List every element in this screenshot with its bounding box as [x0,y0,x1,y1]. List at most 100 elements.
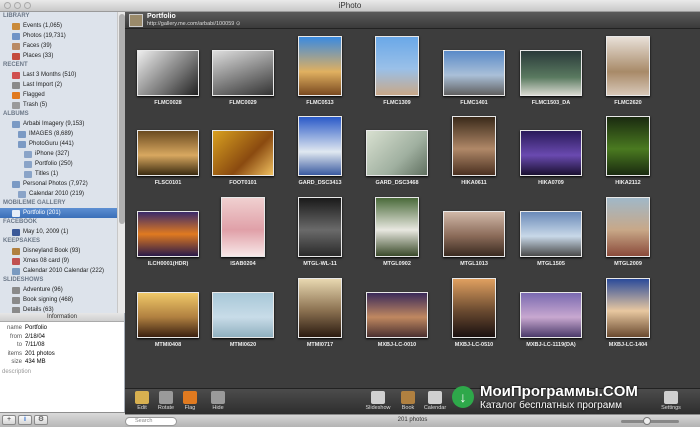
photo-thumbnail[interactable] [520,211,582,257]
sidebar-item-library[interactable]: Photos (19,731) [0,31,124,41]
photo-thumbnail[interactable] [606,36,650,96]
photo-cell[interactable]: MXBJ-LC-1119(DA) [513,273,589,350]
photo-cell[interactable]: ILCH0001(HDR) [130,192,206,269]
photo-thumbnail[interactable] [137,292,199,338]
sidebar-item-slideshows[interactable]: Adventure (96) [0,285,124,295]
photo-thumbnail[interactable] [366,130,428,176]
sidebar-item-albums[interactable]: iPhone (327) [0,149,124,159]
sidebar-item-albums[interactable]: Arbabi Imagery (9,153) [0,119,124,129]
photo-thumbnail[interactable] [298,197,342,257]
section-facebook[interactable]: FACEBOOK [0,218,124,227]
edit-button[interactable]: Edit [129,391,155,411]
sidebar-scrollbar[interactable] [117,12,125,313]
sidebar-item-albums[interactable]: Titles (1) [0,169,124,179]
photo-cell[interactable]: FLMC2620 [590,31,666,108]
photo-cell[interactable]: HIKA2112 [590,111,666,188]
sidebar-item-recent[interactable]: Trash (5) [0,100,124,110]
photo-thumbnail[interactable] [452,116,496,176]
section-mobileme[interactable]: MOBILEME GALLERY [0,199,124,208]
calendar-button[interactable]: Calendar [422,391,448,411]
album-url-link[interactable]: http://gallery.me.com/arbabi/100059 ⊙ [147,21,240,27]
photo-cell[interactable]: MTGL1505 [513,192,589,269]
photo-thumbnail[interactable] [137,50,199,96]
photo-cell[interactable]: FLMC0028 [130,31,206,108]
sidebar-item-library[interactable]: Events (1,065) [0,21,124,31]
photo-cell[interactable]: GARD_DSC3413 [282,111,358,188]
sidebar-item-albums[interactable]: PhotoGuru (441) [0,139,124,149]
photo-cell[interactable]: FLMC1401 [436,31,512,108]
section-slideshows[interactable]: SLIDESHOWS [0,276,124,285]
sidebar-item-slideshows[interactable]: Book signing (468) [0,295,124,305]
section-keepsakes[interactable]: KEEPSAKES [0,237,124,246]
photo-thumbnail[interactable] [221,197,265,257]
photo-cell[interactable]: FLSC0101 [130,111,206,188]
photo-cell[interactable]: FLMC1503_DA [513,31,589,108]
photo-thumbnail[interactable] [443,211,505,257]
action-gear-button[interactable]: ⚙ [34,415,48,425]
photo-thumbnail[interactable] [366,292,428,338]
photo-thumbnail[interactable] [443,50,505,96]
photo-thumbnail[interactable] [606,197,650,257]
photo-thumbnail[interactable] [606,278,650,338]
photo-cell[interactable]: HIKA0709 [513,111,589,188]
sidebar-item-slideshows[interactable]: Details (63) [0,305,124,313]
sidebar-item-facebook[interactable]: May 10, 2009 (1) [0,227,124,237]
photo-cell[interactable]: HIKA0611 [436,111,512,188]
sidebar-item-keepsakes[interactable]: Xmas 08 card (9) [0,256,124,266]
photo-thumbnail[interactable] [212,292,274,338]
sidebar-item-albums[interactable]: Personal Photos (7,972) [0,179,124,189]
section-albums[interactable]: ALBUMS [0,110,124,119]
photo-thumbnail[interactable] [137,130,199,176]
photo-thumbnail[interactable] [375,197,419,257]
photo-cell[interactable]: MTMI0717 [282,273,358,350]
rotate-button[interactable]: Rotate [153,391,179,411]
photo-thumbnail[interactable] [298,36,342,96]
slideshow-button[interactable]: Slideshow [365,391,391,411]
sidebar-item-library[interactable]: Faces (39) [0,41,124,51]
sidebar-item-library[interactable]: Places (33) [0,51,124,61]
photo-thumbnail[interactable] [520,292,582,338]
photo-cell[interactable]: GARD_DSC3468 [359,111,435,188]
photo-thumbnail[interactable] [520,50,582,96]
photo-cell[interactable]: MTGL1013 [436,192,512,269]
photo-cell[interactable]: MXBJ-LC-0510 [436,273,512,350]
photo-thumbnail[interactable] [212,50,274,96]
photo-cell[interactable]: MXBJ-LC-1404 [590,273,666,350]
sidebar-item-recent[interactable]: Last 3 Months (510) [0,70,124,80]
photo-thumbnail[interactable] [452,278,496,338]
add-button[interactable]: + [2,415,16,425]
photo-cell[interactable]: MTGL0902 [359,192,435,269]
book-button[interactable]: Book [395,391,421,411]
photo-thumbnail[interactable] [137,211,199,257]
photo-cell[interactable]: FOOT0101 [205,111,281,188]
info-button[interactable]: i [18,415,32,425]
hide-button[interactable]: Hide [205,391,231,411]
photo-cell[interactable]: FLMC0513 [282,31,358,108]
photo-cell[interactable]: ISAB0204 [205,192,281,269]
sidebar-item-albums[interactable]: Portfolio (250) [0,159,124,169]
photo-cell[interactable]: MXBJ-LC-0010 [359,273,435,350]
photo-thumbnail[interactable] [375,36,419,96]
sidebar-item-recent[interactable]: Last Import (2) [0,80,124,90]
photo-cell[interactable]: MTMI0408 [130,273,206,350]
photo-thumbnail[interactable] [606,116,650,176]
sidebar-item-mobileme[interactable]: Portfolio (201) [0,208,124,218]
photo-thumbnail[interactable] [520,130,582,176]
sidebar-item-albums[interactable]: IMAGES (8,689) [0,129,124,139]
photo-cell[interactable]: FLMC1309 [359,31,435,108]
photo-thumbnail[interactable] [298,278,342,338]
section-recent[interactable]: RECENT [0,61,124,70]
photo-cell[interactable]: FLMC0029 [205,31,281,108]
sidebar-item-keepsakes[interactable]: Calendar 2010 Calendar (222) [0,266,124,276]
zoom-slider[interactable] [621,417,679,425]
section-library[interactable]: LIBRARY [0,12,124,21]
sidebar-item-albums[interactable]: Calendar 2010 (219) [0,189,124,199]
photo-thumbnail[interactable] [212,130,274,176]
flag-button[interactable]: Flag [177,391,203,411]
photo-cell[interactable]: MTMI0620 [205,273,281,350]
description-field[interactable]: description [0,367,124,377]
photo-thumbnail[interactable] [298,116,342,176]
sidebar-item-recent[interactable]: Flagged [0,90,124,100]
sidebar-item-keepsakes[interactable]: Disneyland Book (93) [0,246,124,256]
photo-cell[interactable]: MTGL-WL-11 [282,192,358,269]
